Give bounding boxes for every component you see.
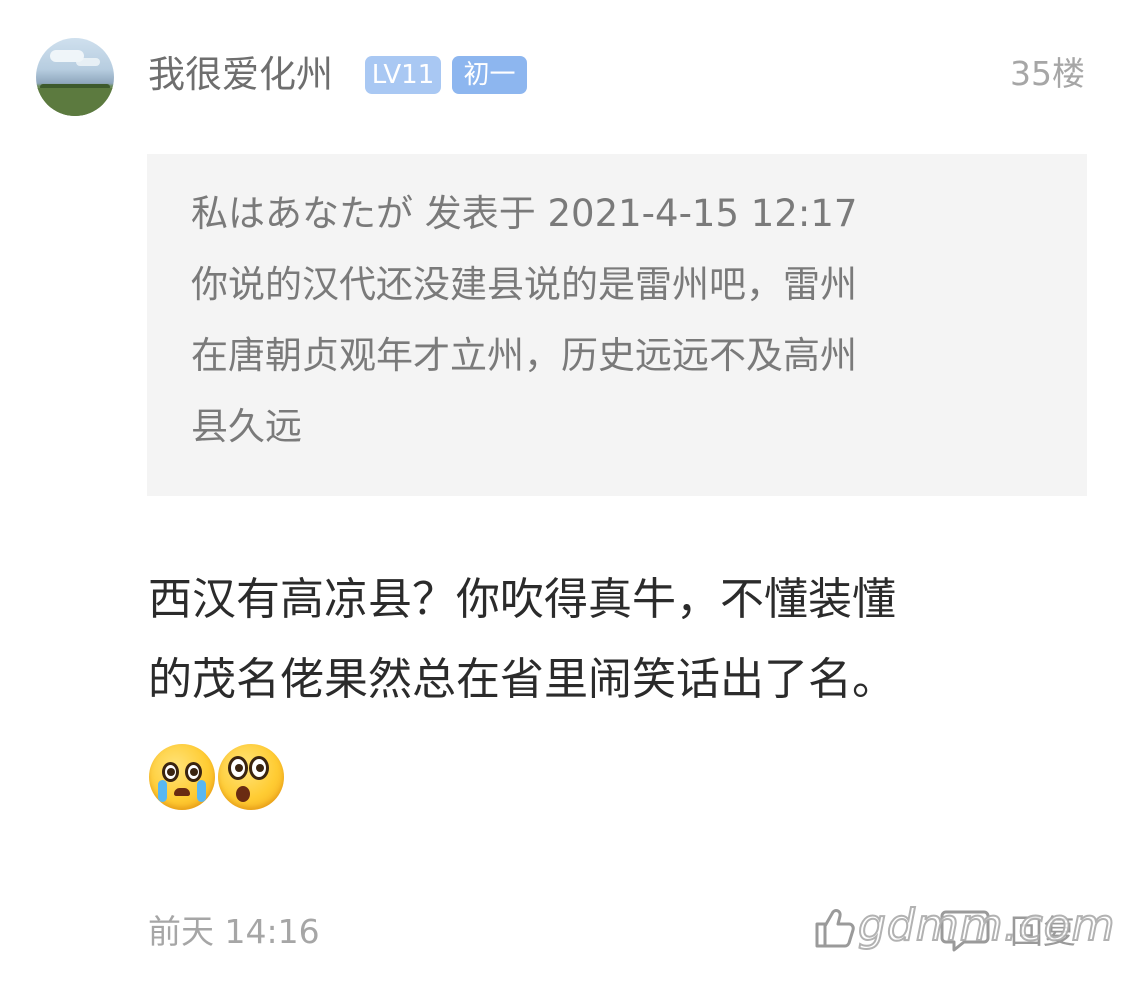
quote-header: 私はあなたが 发表于 2021-4-15 12:17 bbox=[191, 192, 858, 235]
post-content-line: 西汉有高凉县？你吹得真牛，不懂装懂 bbox=[148, 574, 896, 625]
quote-line: 你说的汉代还没建县说的是雷州吧，雷州 bbox=[191, 263, 857, 306]
username[interactable]: 我很爱化州 bbox=[148, 50, 333, 100]
avatar-cloud-small bbox=[76, 58, 100, 66]
crying-face-emoji bbox=[149, 744, 215, 810]
quote-line: 在唐朝贞观年才立州，历史远远不及高州 bbox=[191, 334, 857, 377]
post-content-line: 的茂名佬果然总在省里闹笑话出了名。 bbox=[148, 654, 896, 705]
grade-badge: 初一 bbox=[452, 56, 527, 94]
avatar-field bbox=[36, 88, 114, 116]
floor-number: 35楼 bbox=[1010, 54, 1085, 93]
site-watermark: gdmm.com bbox=[857, 899, 1116, 952]
avatar[interactable] bbox=[36, 38, 114, 116]
quoted-post[interactable]: 私はあなたが 发表于 2021-4-15 12:17 你说的汉代还没建县说的是雷… bbox=[147, 154, 1087, 496]
thumbs-up-icon[interactable] bbox=[813, 906, 857, 950]
post-timestamp: 前天 14:16 bbox=[148, 912, 320, 951]
quote-line: 县久远 bbox=[191, 405, 302, 448]
post-content: 西汉有高凉县？你吹得真牛，不懂装懂 的茂名佬果然总在省里闹笑话出了名。 bbox=[148, 560, 1078, 720]
level-badge: LV11 bbox=[365, 56, 441, 94]
shocked-face-emoji bbox=[218, 744, 284, 810]
